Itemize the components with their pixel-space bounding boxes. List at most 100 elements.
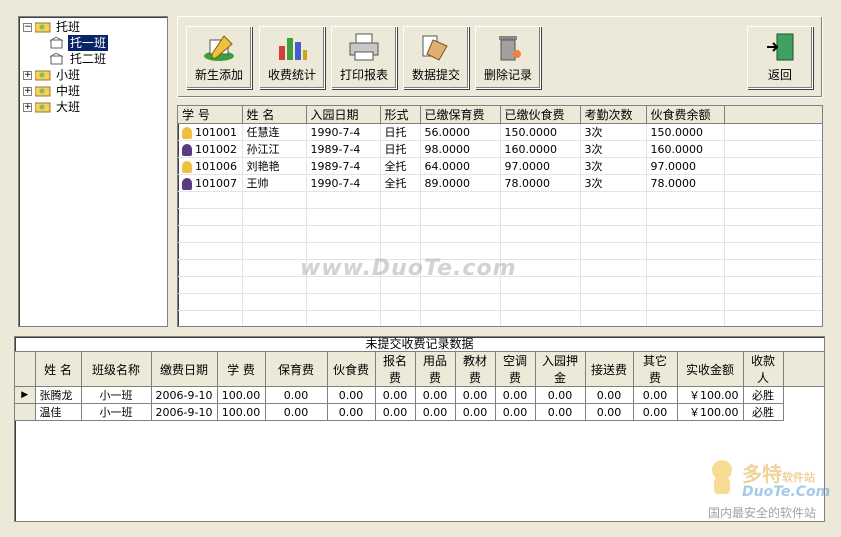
col-header-deposit[interactable]: 入园押金 (535, 352, 586, 387)
cell-empty (783, 387, 824, 404)
tree-node-class2[interactable]: 托二班 (23, 51, 163, 67)
table-row[interactable]: 101002 孙江江 1989-7-4 日托 98.0000 160.0000 … (178, 140, 822, 158)
cell-care-fee: 0.00 (265, 403, 328, 421)
col-header-pay-date[interactable]: 缴费日期 (151, 352, 218, 387)
table-row[interactable]: 温佳 小一班 2006-9-10 100.00 0.00 0.00 0.00 0… (15, 403, 824, 421)
tree-node-root[interactable]: − 托班 (23, 19, 163, 35)
col-header-shuttle[interactable]: 接送费 (585, 352, 634, 387)
cell-pay-date: 2006-9-10 (151, 403, 218, 421)
cell-care-fee: 0.00 (265, 386, 328, 404)
logo-cn: 多特 (742, 462, 782, 486)
class-tree[interactable]: − 托班 托一班 托二班 + 小班 + 中班 + 大班 (18, 16, 168, 327)
cell-pay-date: 2006-9-10 (151, 386, 218, 404)
expand-icon[interactable]: + (23, 70, 32, 80)
expand-icon[interactable]: + (23, 102, 32, 112)
tree-node-small[interactable]: + 小班 (23, 67, 163, 83)
col-header-name[interactable]: 姓 名 (242, 106, 307, 124)
cell-empty (783, 404, 824, 421)
back-button[interactable]: 返回 (747, 26, 813, 89)
cell-type: 日托 (380, 123, 421, 141)
table-row[interactable]: ▶ 张腾龙 小一班 2006-9-10 100.00 0.00 0.00 0.0… (15, 386, 824, 404)
col-header-id[interactable]: 学 号 (178, 106, 243, 124)
col-header-type[interactable]: 形式 (380, 106, 421, 124)
new-student-button[interactable]: 新生添加 (186, 26, 252, 89)
expand-icon[interactable]: + (23, 86, 32, 96)
cell-name: 孙江江 (242, 140, 307, 158)
cell-type: 全托 (380, 174, 421, 192)
logo-cn-text: 多特软件站 (742, 458, 815, 487)
col-header-tuition[interactable]: 学 费 (217, 352, 266, 387)
col-header-name[interactable]: 姓 名 (35, 352, 82, 387)
col-header-received[interactable]: 实收金额 (677, 352, 744, 387)
cell-meal-balance: 97.0000 (646, 157, 725, 175)
cell-meal-fee: 150.0000 (500, 123, 581, 141)
cell-tuition: 100.00 (217, 386, 266, 404)
cell-meal-balance: 78.0000 (646, 174, 725, 192)
unsubmitted-fees-grid[interactable]: 未提交收费记录数据 姓 名 班级名称 缴费日期 学 费 保育费 伙食费 报名费 … (14, 336, 825, 522)
col-header-meal-balance[interactable]: 伙食费余额 (646, 106, 725, 124)
student-avatar-icon (182, 126, 192, 139)
cell-id: 101001 (195, 125, 237, 139)
col-header-meal-fee[interactable]: 已缴伙食费 (500, 106, 581, 124)
empty-row (178, 293, 822, 311)
cell-meal-fee: 78.0000 (500, 174, 581, 192)
exit-door-icon (767, 33, 794, 61)
table-row[interactable]: 101007 王帅 1990-7-4 全托 89.0000 78.0000 3次… (178, 174, 822, 192)
cell-meal-fee: 97.0000 (500, 157, 581, 175)
empty-row (178, 191, 822, 209)
tree-node-large[interactable]: + 大班 (23, 99, 163, 115)
student-avatar-icon (182, 160, 192, 173)
cell-attendance: 3次 (580, 157, 647, 175)
student-avatar-icon (182, 177, 192, 190)
cell-empty (724, 140, 822, 158)
tree-node-middle[interactable]: + 中班 (23, 83, 163, 99)
cell-registration: 0.00 (375, 403, 416, 421)
col-header-meal-fee[interactable]: 伙食费 (327, 352, 376, 387)
fee-stats-button[interactable]: 收费统计 (259, 26, 325, 89)
col-header-class[interactable]: 班级名称 (81, 352, 152, 387)
cell-received: ￥100.00 (677, 403, 744, 421)
cell-id: 101002 (195, 142, 237, 156)
cell-deposit: 0.00 (535, 403, 586, 421)
col-header-supplies[interactable]: 用品费 (415, 352, 456, 387)
col-header-enroll-date[interactable]: 入园日期 (306, 106, 381, 124)
tree-label-middle: 中班 (56, 84, 81, 98)
cell-other: 0.00 (633, 403, 678, 421)
students-grid[interactable]: 学 号 姓 名 入园日期 形式 已缴保育费 已缴伙食费 考勤次数 伙食费余额 1… (177, 105, 823, 327)
col-header-aircon[interactable]: 空调费 (495, 352, 536, 387)
cell-care-fee: 56.0000 (420, 123, 501, 141)
cell-enroll-date: 1990-7-4 (306, 123, 381, 141)
col-header-care-fee[interactable]: 已缴保育费 (420, 106, 501, 124)
cell-meal-fee: 0.00 (327, 403, 376, 421)
tree-label-small: 小班 (56, 68, 81, 82)
cell-textbook: 0.00 (455, 403, 496, 421)
tree-label-class2: 托二班 (70, 52, 107, 66)
cell-meal-balance: 150.0000 (646, 123, 725, 141)
cell-name: 张腾龙 (35, 386, 82, 404)
printer-icon (349, 33, 379, 61)
row-indicator (15, 403, 36, 421)
delete-record-button[interactable]: 删除记录 (475, 26, 541, 89)
col-header-other[interactable]: 其它费 (633, 352, 678, 387)
print-report-button[interactable]: 打印报表 (331, 26, 397, 89)
cell-meal-fee: 0.00 (327, 386, 376, 404)
submit-data-button[interactable]: 数据提交 (403, 26, 469, 89)
logo-small: 软件站 (782, 471, 815, 484)
col-header-cashier[interactable]: 收款人 (743, 352, 784, 387)
collapse-icon[interactable]: − (23, 22, 32, 32)
table-row[interactable]: 101001 任慧连 1990-7-4 日托 56.0000 150.0000 … (178, 123, 822, 141)
col-header-care-fee[interactable]: 保育费 (265, 352, 328, 387)
col-header-empty (724, 106, 822, 124)
new-student-label: 新生添加 (194, 68, 243, 82)
cell-enroll-date: 1989-7-4 (306, 157, 381, 175)
cell-registration: 0.00 (375, 386, 416, 404)
col-header-textbook[interactable]: 教材费 (455, 352, 496, 387)
cell-care-fee: 98.0000 (420, 140, 501, 158)
col-header-registration[interactable]: 报名费 (375, 352, 416, 387)
tree-node-class1[interactable]: 托一班 (23, 35, 163, 51)
table-row[interactable]: 101006 刘艳艳 1989-7-4 全托 64.0000 97.0000 3… (178, 157, 822, 175)
cell-shuttle: 0.00 (585, 386, 634, 404)
cell-type: 全托 (380, 157, 421, 175)
cell-name: 王帅 (242, 174, 307, 192)
col-header-attendance[interactable]: 考勤次数 (580, 106, 647, 124)
